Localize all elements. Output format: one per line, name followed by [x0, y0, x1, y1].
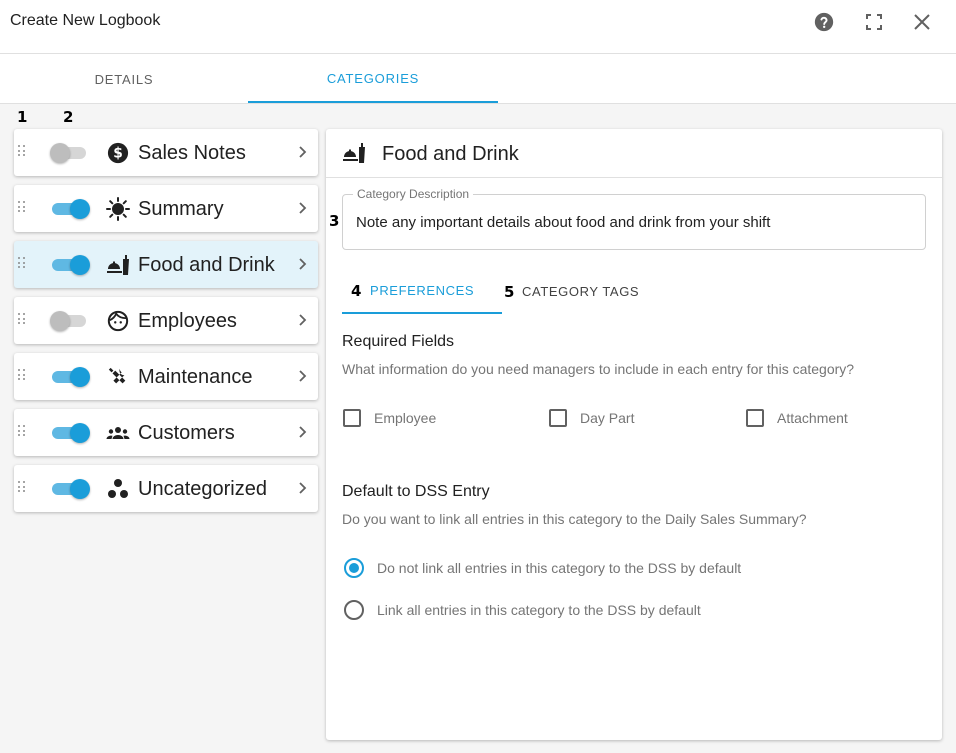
radio-link-all[interactable]: Link all entries in this category to the… — [344, 600, 701, 620]
category-detail-panel: Food and Drink 3 Category Description No… — [326, 129, 942, 740]
category-item-customers[interactable]: Customers — [14, 409, 318, 456]
categories-content: 1 2 $ Sales Notes Summary Food and Drink… — [0, 104, 956, 753]
drag-handle-icon[interactable] — [18, 369, 26, 381]
subtab-preferences[interactable]: 4 PREFERENCES — [342, 269, 502, 314]
category-label: Maintenance — [138, 366, 253, 388]
category-toggle[interactable] — [50, 423, 90, 443]
category-toggle[interactable] — [50, 199, 90, 219]
category-toggle[interactable] — [50, 311, 90, 331]
detail-subtabs: 4 PREFERENCES 5 CATEGORY TAGS — [342, 269, 926, 315]
category-item-summary[interactable]: Summary — [14, 185, 318, 232]
category-description-field[interactable]: Category Description Note any important … — [342, 187, 926, 250]
dss-subtitle: Do you want to link all entries in this … — [342, 511, 807, 527]
category-label: Uncategorized — [138, 478, 267, 500]
chevron-right-icon — [299, 202, 307, 214]
category-item-uncategorized[interactable]: Uncategorized — [14, 465, 318, 512]
face-icon — [106, 309, 130, 333]
tools-icon — [106, 365, 130, 389]
checkbox-label: Day Part — [580, 410, 635, 426]
scatter-dots-icon — [106, 477, 130, 501]
category-label: Customers — [138, 422, 235, 444]
radio-do-not-link[interactable]: Do not link all entries in this category… — [344, 558, 741, 578]
subtab-label: CATEGORY TAGS — [522, 284, 640, 299]
radio-label: Link all entries in this category to the… — [377, 602, 701, 618]
category-toggle[interactable] — [50, 255, 90, 275]
marker-1: 1 — [17, 108, 28, 126]
checkbox-label: Attachment — [777, 410, 848, 426]
tab-details[interactable]: DETAILS — [0, 55, 248, 103]
dss-title: Default to DSS Entry — [342, 483, 490, 500]
panel-title: Food and Drink — [382, 143, 519, 165]
marker-3: 3 — [329, 212, 340, 230]
description-label: Category Description — [353, 187, 474, 201]
radio-circle[interactable] — [344, 558, 364, 578]
category-toggle[interactable] — [50, 143, 90, 163]
chevron-right-icon — [299, 258, 307, 270]
category-item-employees[interactable]: Employees — [14, 297, 318, 344]
checkbox-box[interactable] — [343, 409, 361, 427]
checkbox-employee[interactable]: Employee — [343, 409, 436, 427]
chevron-right-icon — [299, 482, 307, 494]
category-item-food-and-drink[interactable]: Food and Drink — [14, 241, 318, 288]
checkbox-label: Employee — [374, 410, 437, 426]
dollar-circle-icon: $ — [106, 141, 130, 165]
required-fields-subtitle: What information do you need managers to… — [342, 361, 855, 377]
required-fields-title: Required Fields — [342, 333, 455, 350]
drag-handle-icon[interactable] — [18, 425, 26, 437]
chevron-right-icon — [299, 314, 307, 326]
fullscreen-icon[interactable] — [863, 11, 885, 33]
help-icon[interactable] — [813, 11, 835, 33]
main-tabs: DETAILS CATEGORIES — [0, 55, 956, 104]
radio-circle[interactable] — [344, 600, 364, 620]
svg-text:$: $ — [113, 146, 123, 162]
category-label: Food and Drink — [138, 254, 275, 276]
category-toggle[interactable] — [50, 367, 90, 387]
subtab-category-tags[interactable]: 5 CATEGORY TAGS — [502, 269, 662, 314]
marker-4: 4 — [351, 281, 363, 300]
category-item-sales-notes[interactable]: $ Sales Notes — [14, 129, 318, 176]
chevron-right-icon — [299, 370, 307, 382]
chevron-right-icon — [299, 426, 307, 438]
category-label: Employees — [138, 310, 237, 332]
drag-handle-icon[interactable] — [18, 257, 26, 269]
subtab-label: PREFERENCES — [370, 283, 475, 298]
radio-label: Do not link all entries in this category… — [377, 560, 742, 576]
category-toggle[interactable] — [50, 479, 90, 499]
checkbox-attachment[interactable]: Attachment — [746, 409, 848, 427]
food-drink-icon — [106, 253, 130, 277]
sun-icon — [106, 197, 130, 221]
description-value[interactable]: Note any important details about food an… — [356, 214, 770, 231]
category-label: Sales Notes — [138, 142, 246, 164]
drag-handle-icon[interactable] — [18, 145, 26, 157]
checkbox-day-part[interactable]: Day Part — [549, 409, 634, 427]
marker-5: 5 — [504, 282, 516, 301]
dialog-title: Create New Logbook — [10, 12, 161, 29]
close-icon[interactable] — [911, 11, 933, 33]
category-label: Summary — [138, 198, 224, 220]
checkbox-box[interactable] — [549, 409, 567, 427]
marker-2: 2 — [63, 108, 74, 126]
drag-handle-icon[interactable] — [18, 481, 26, 493]
tab-categories[interactable]: CATEGORIES — [248, 55, 498, 103]
checkbox-box[interactable] — [746, 409, 764, 427]
category-item-maintenance[interactable]: Maintenance — [14, 353, 318, 400]
chevron-right-icon — [299, 146, 307, 158]
group-icon — [106, 421, 130, 445]
panel-header: Food and Drink — [326, 129, 942, 178]
dialog-titlebar: Create New Logbook — [0, 0, 956, 54]
drag-handle-icon[interactable] — [18, 201, 26, 213]
drag-handle-icon[interactable] — [18, 313, 26, 325]
food-drink-icon — [342, 141, 366, 165]
